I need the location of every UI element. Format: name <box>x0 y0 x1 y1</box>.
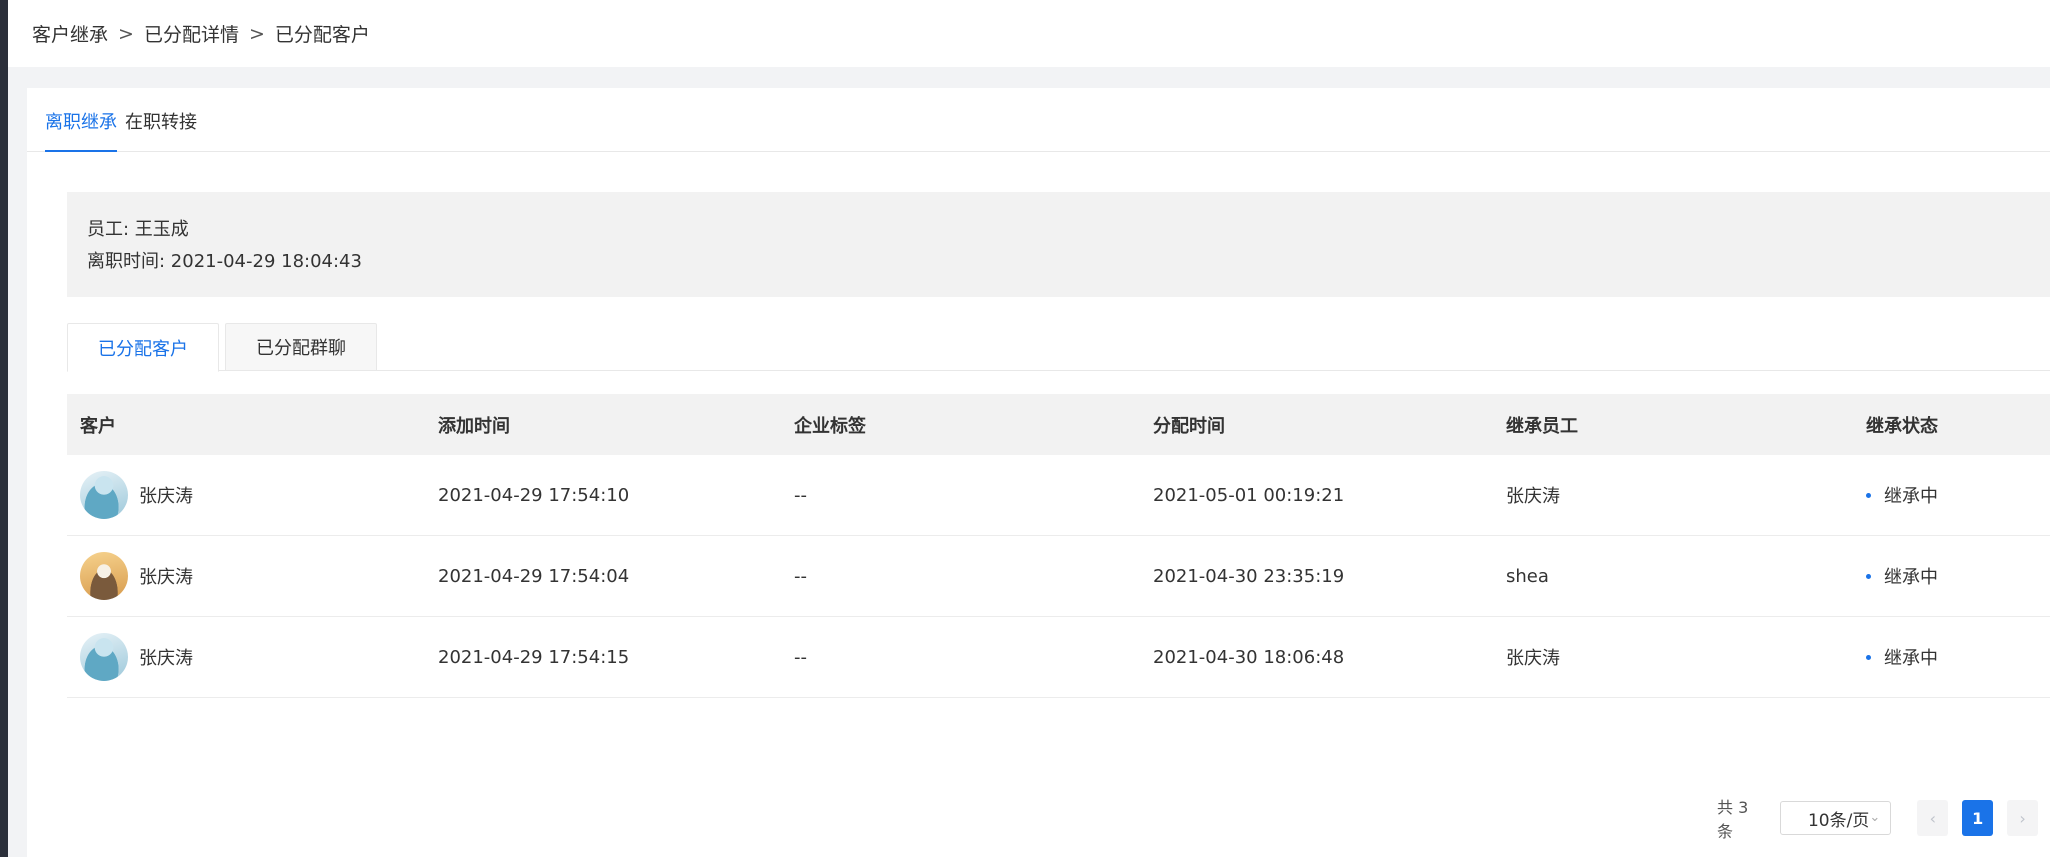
breadcrumb-item-customer-inherit[interactable]: 客户继承 <box>32 20 108 47</box>
add-time: 2021-04-29 17:54:10 <box>438 484 630 506</box>
inherit-status: 继承中 <box>1884 648 1938 669</box>
assign-time: 2021-05-01 00:19:21 <box>1153 484 1345 506</box>
table-header: 客户 添加时间 企业标签 分配时间 继承员工 继承状态 <box>67 394 2050 455</box>
header-inherit-status: 继承状态 <box>1866 415 1938 437</box>
tab-onjob-transfer[interactable]: 在职转接 <box>125 108 197 152</box>
assign-time: 2021-04-30 23:35:19 <box>1153 565 1345 587</box>
header-assign-time: 分配时间 <box>1153 415 1225 437</box>
page-size-value: 10条/页 <box>1807 810 1870 831</box>
chevron-right-icon: › <box>2019 808 2026 828</box>
breadcrumb-separator: > <box>118 22 134 45</box>
sub-tabs: 已分配客户 已分配群聊 <box>67 323 2050 372</box>
status-dot-icon <box>1866 492 1871 498</box>
header-customer: 客户 <box>80 415 116 437</box>
add-time: 2021-04-29 17:54:04 <box>438 565 630 587</box>
table-row: 张庆涛 2021-04-29 17:54:15 -- 2021-04-30 18… <box>67 617 2050 698</box>
tags: -- <box>794 565 807 587</box>
avatar <box>80 552 128 600</box>
breadcrumb-item-assigned-customers: 已分配客户 <box>274 24 370 46</box>
inherit-employee: shea <box>1506 565 1549 587</box>
pagination: 共 3 条 10条/页 ⌄ ‹ 1 › <box>1717 798 2050 841</box>
tags: -- <box>794 646 807 668</box>
header-tags: 企业标签 <box>794 415 866 437</box>
next-page-button[interactable]: › <box>2007 800 2038 836</box>
employee-name: 员工: 王玉成 <box>87 219 189 240</box>
top-tabs: 离职继承 在职转接 <box>27 88 2050 152</box>
breadcrumb-separator: > <box>248 22 265 45</box>
header-inherit-employee: 继承员工 <box>1506 415 1578 437</box>
total-count: 共 3 条 <box>1717 798 1749 841</box>
avatar <box>80 633 128 681</box>
avatar <box>80 471 128 519</box>
assign-time: 2021-04-30 18:06:48 <box>1153 646 1345 668</box>
inherit-status: 继承中 <box>1884 486 1938 507</box>
tags: -- <box>794 484 807 506</box>
leave-time: 离职时间: 2021-04-29 18:04:43 <box>87 251 362 272</box>
sidebar-edge <box>0 0 8 857</box>
inherit-status: 继承中 <box>1884 567 1938 588</box>
chevron-down-icon: ⌄ <box>1869 810 1881 825</box>
status-dot-icon <box>1866 573 1871 579</box>
customer-name: 张庆涛 <box>139 648 193 669</box>
customer-name: 张庆涛 <box>139 567 193 588</box>
add-time: 2021-04-29 17:54:15 <box>438 646 630 668</box>
breadcrumb: 客户继承 > 已分配详情 > 已分配客户 <box>8 0 2050 67</box>
status-dot-icon <box>1866 654 1871 660</box>
page-size-select[interactable]: 10条/页 ⌄ <box>1779 801 1892 835</box>
page-1-button[interactable]: 1 <box>1962 800 1994 836</box>
table-row: 张庆涛 2021-04-29 17:54:10 -- 2021-05-01 00… <box>67 455 2050 536</box>
tab-assigned-customers[interactable]: 已分配客户 <box>67 323 219 372</box>
main-panel: 离职继承 在职转接 员工: 王玉成 离职时间: 2021-04-29 18:04… <box>27 88 2050 857</box>
prev-page-button[interactable]: ‹ <box>1917 800 1949 836</box>
customer-name: 张庆涛 <box>139 486 193 507</box>
assigned-customers-table: 客户 添加时间 企业标签 分配时间 继承员工 继承状态 张庆涛 2021-04-… <box>67 394 2050 698</box>
header-add-time: 添加时间 <box>438 415 510 437</box>
table-row: 张庆涛 2021-04-29 17:54:04 -- 2021-04-30 23… <box>67 536 2050 617</box>
chevron-left-icon: ‹ <box>1929 808 1936 828</box>
inherit-employee: 张庆涛 <box>1506 486 1560 507</box>
inherit-employee: 张庆涛 <box>1506 648 1560 669</box>
breadcrumb-item-assigned-detail[interactable]: 已分配详情 <box>144 20 239 47</box>
tab-resignation-inherit[interactable]: 离职继承 <box>45 108 117 152</box>
employee-info-box: 员工: 王玉成 离职时间: 2021-04-29 18:04:43 <box>67 192 2050 297</box>
tab-assigned-groups[interactable]: 已分配群聊 <box>225 323 377 371</box>
